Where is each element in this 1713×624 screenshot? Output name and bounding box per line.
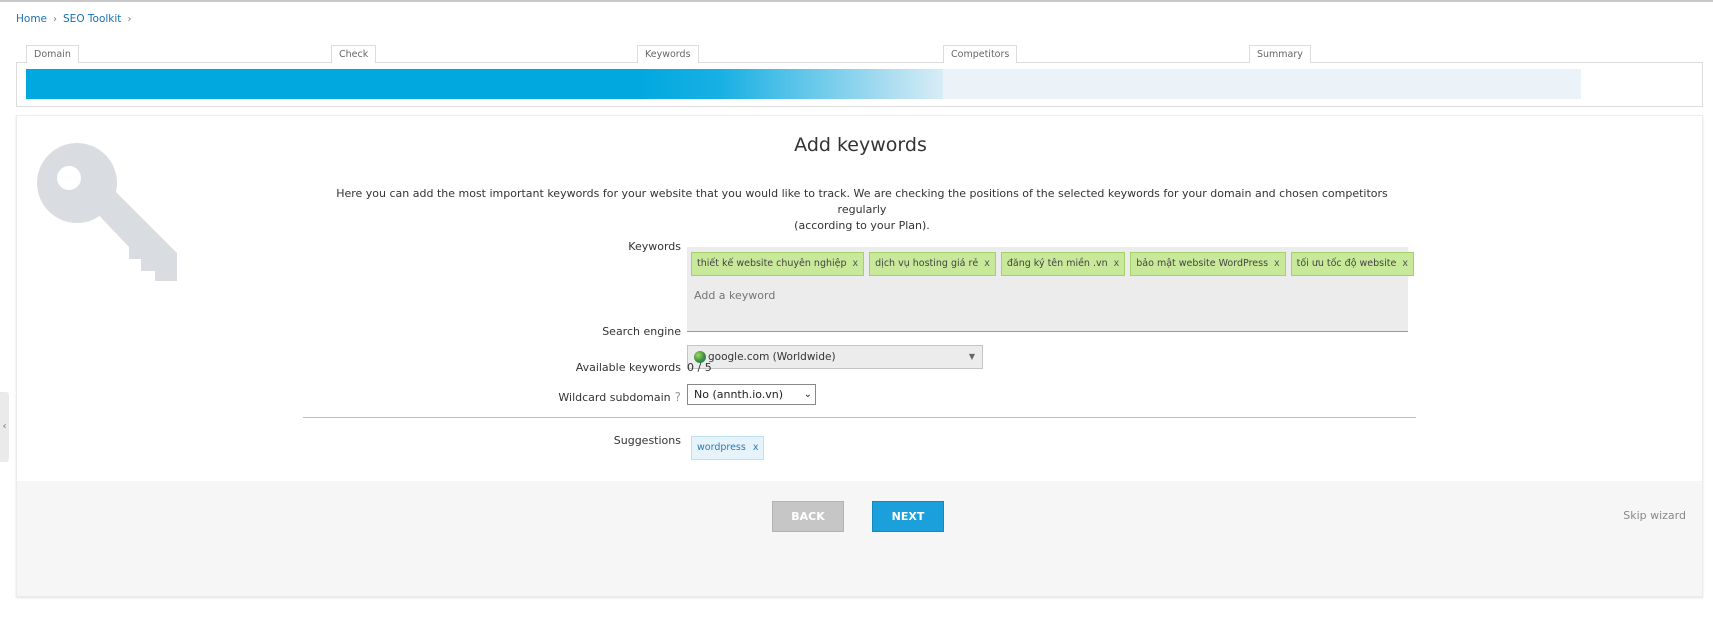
keyword-tags: thiết kế website chuyên nghiệp x dịch vụ … <box>691 252 1414 276</box>
keyword-tag-label: tối ưu tốc độ website <box>1296 258 1397 269</box>
search-engine-select[interactable]: google.com (Worldwide) ▼ <box>687 345 983 369</box>
wizard-footer: BACK NEXT Skip wizard <box>17 481 1702 596</box>
keyword-tag-label: dịch vụ hosting giá rẻ <box>875 258 979 269</box>
keyword-tag: đăng ký tên miền .vn x <box>1000 252 1126 276</box>
breadcrumb-home-link[interactable]: Home <box>16 13 47 25</box>
suggestion-tag[interactable]: wordpress x <box>691 436 765 460</box>
keyword-tag: thiết kế website chuyên nghiệp x <box>691 252 865 276</box>
chevron-right-icon: › <box>127 13 132 25</box>
available-keywords-label: Available keywords <box>575 361 681 374</box>
add-keyword-input[interactable] <box>694 289 1094 302</box>
wizard-step-bar <box>943 69 1275 99</box>
keyword-tag-label: thiết kế website chuyên nghiệp <box>697 258 847 269</box>
page-title: Add keywords <box>794 134 927 156</box>
breadcrumb: Home › SEO Toolkit › <box>16 13 137 25</box>
remove-tag-icon[interactable]: x <box>853 253 859 275</box>
keyword-tag: tối ưu tốc độ website x <box>1290 252 1414 276</box>
keywords-field[interactable]: thiết kế website chuyên nghiệp x dịch vụ … <box>687 247 1414 332</box>
wizard-progress: Domain Check Keywords Competitors Summar… <box>16 45 1703 107</box>
dropdown-arrow-icon: ▼ <box>968 352 975 361</box>
keyword-tag: bảo mật website WordPress x <box>1130 252 1286 276</box>
suggestions-label: Suggestions <box>613 434 681 447</box>
remove-tag-icon[interactable]: x <box>1114 253 1120 275</box>
key-icon <box>37 143 177 281</box>
wizard-step-tab: Summary <box>1249 45 1311 63</box>
wildcard-subdomain-select[interactable]: No (annth.io.vn) ⌄ <box>687 384 816 405</box>
remove-tag-icon[interactable]: x <box>753 437 759 459</box>
intro-line: (according to your Plan). <box>794 219 930 232</box>
wizard-step-bar <box>331 69 663 99</box>
search-engine-value: google.com (Worldwide) <box>708 351 836 363</box>
page-intro: Here you can add the most important keyw… <box>317 186 1407 234</box>
available-keywords-value: 0 / 5 <box>687 361 712 374</box>
suggestion-tag-label: wordpress <box>697 442 746 453</box>
wildcard-subdomain-value: No (annth.io.vn) <box>694 388 784 401</box>
chevron-down-icon: ⌄ <box>803 389 812 400</box>
help-icon[interactable]: ? <box>675 390 681 404</box>
breadcrumb-toolkit-link[interactable]: SEO Toolkit <box>63 13 121 25</box>
remove-tag-icon[interactable]: x <box>1274 253 1280 275</box>
wizard-step-tab: Check <box>331 45 377 63</box>
keyword-tag-label: đăng ký tên miền .vn <box>1006 258 1108 269</box>
keyword-tag-label: bảo mật website WordPress <box>1136 258 1269 269</box>
keywords-label: Keywords <box>628 240 681 253</box>
divider <box>303 417 1416 418</box>
wizard-step-bar <box>637 69 969 99</box>
search-engine-label: Search engine <box>602 325 681 338</box>
sidebar-toggle-handle[interactable]: ‹ <box>0 392 9 462</box>
back-button[interactable]: BACK <box>772 501 844 532</box>
remove-tag-icon[interactable]: x <box>984 253 990 275</box>
wizard-step-bar <box>1249 69 1581 99</box>
skip-wizard-link[interactable]: Skip wizard <box>1623 509 1686 522</box>
wizard-step-tab: Competitors <box>943 45 1018 63</box>
wizard-step-bar <box>26 69 358 99</box>
next-button[interactable]: NEXT <box>872 501 944 532</box>
content-panel: Add keywords Here you can add the most i… <box>16 115 1703 597</box>
wizard-step-tab: Domain <box>26 45 79 63</box>
wizard-step-tab: Keywords <box>637 45 699 63</box>
intro-line: Here you can add the most important keyw… <box>336 187 1388 216</box>
chevron-right-icon: › <box>53 13 58 25</box>
top-border <box>0 0 1713 2</box>
wildcard-subdomain-label: Wildcard subdomain? <box>461 390 681 404</box>
keyword-tag: dịch vụ hosting giá rẻ x <box>869 252 996 276</box>
wildcard-label-text: Wildcard subdomain <box>558 391 671 404</box>
remove-tag-icon[interactable]: x <box>1402 253 1408 275</box>
